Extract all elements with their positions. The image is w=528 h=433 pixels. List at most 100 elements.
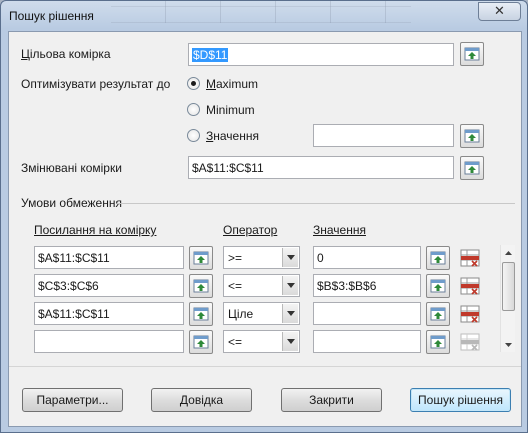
close-icon: ✕ [494,4,505,19]
constraint-operator-value: Ціле [228,307,254,321]
constraint-cell-value: $A$11:$C$11 [38,251,110,265]
changing-cells-label: Змінювані комірки [21,161,122,175]
close-button-label: Закрити [309,393,354,407]
shrink-arrow-icon [430,335,446,349]
radio-value-label[interactable]: Значення [206,129,259,143]
constraint-cell-shrink-button[interactable] [189,246,213,270]
constraint-cell-input[interactable] [34,330,184,353]
radio-value[interactable] [187,129,200,142]
radio-minimum[interactable] [187,103,200,116]
radio-maximum[interactable] [187,77,200,90]
constraints-separator [117,203,515,204]
constraint-cell-input[interactable]: $A$11:$C$11 [34,246,184,269]
col-header-operator-text: Оператор [223,223,278,237]
constraint-cell-input[interactable]: $C$3:$C$6 [34,274,184,297]
changing-cells-value: $A$11:$C$11 [192,161,264,175]
constraint-cell-shrink-button[interactable] [189,302,213,326]
remove-constraint-button[interactable] [459,274,481,298]
target-cell-shrink-button[interactable] [460,42,484,66]
constraint-value-shrink-button[interactable] [426,302,450,326]
chevron-down-icon [505,342,512,347]
constraint-value-input[interactable] [313,330,421,353]
radio-minimum-label-text: Minimum [206,103,255,117]
shrink-arrow-icon [464,129,480,143]
scroll-down-button[interactable] [501,337,516,352]
constraint-operator-select[interactable]: <= [223,330,300,353]
solver-dialog: Пошук рішення ✕ Цільова комірка $D$11 Оп… [0,0,528,433]
changing-cells-shrink-button[interactable] [460,156,484,180]
remove-row-icon [460,333,480,351]
constraint-cell-value: $C$3:$C$6 [38,279,99,293]
shrink-arrow-icon [193,251,209,265]
help-button-label: Довідка [179,393,224,407]
constraint-value-shrink-button[interactable] [426,246,450,270]
remove-constraint-button[interactable] [459,330,481,354]
bottom-separator [9,366,521,367]
solve-button[interactable]: Пошук рішення [410,388,511,412]
remove-row-icon [460,305,480,323]
optimize-value-shrink-button[interactable] [460,124,484,148]
shrink-arrow-icon [464,47,480,61]
constraint-value-text: 0 [317,251,324,265]
constraint-value-input[interactable]: $B$3:$B$6 [313,274,421,297]
shrink-arrow-icon [193,279,209,293]
target-cell-value: $D$11 [192,48,229,62]
remove-constraint-button[interactable] [459,302,481,326]
col-header-value: Значення [313,223,366,237]
chevron-down-icon [282,332,298,351]
radio-value-label-rest: начення [213,129,259,143]
constraint-value-input[interactable] [313,302,421,325]
radio-minimum-label[interactable]: Minimum [206,103,255,117]
radio-maximum-label[interactable]: Maximum [206,77,258,91]
constraint-cell-value: $A$11:$C$11 [38,307,110,321]
constraint-value-text: $B$3:$B$6 [317,279,377,293]
title-bar: Пошук рішення ✕ [1,1,527,31]
col-header-cell-text: Посилання на комірку [34,223,157,237]
shrink-arrow-icon [193,335,209,349]
target-cell-input[interactable]: $D$11 [188,43,454,66]
help-button[interactable]: Довідка [151,388,252,412]
close-button[interactable]: Закрити [281,388,382,412]
scroll-up-button[interactable] [501,245,516,260]
constraint-value-shrink-button[interactable] [426,274,450,298]
changing-cells-input[interactable]: $A$11:$C$11 [188,156,454,179]
remove-constraint-button[interactable] [459,246,481,270]
shrink-arrow-icon [430,251,446,265]
options-button[interactable]: Параметри... [22,388,123,412]
target-cell-label-rest: ільова комірка [29,47,111,61]
constraint-cell-shrink-button[interactable] [189,274,213,298]
chevron-down-icon [282,248,298,267]
remove-row-icon [460,249,480,267]
scroll-thumb[interactable] [502,262,515,311]
optimize-value-input[interactable] [313,124,454,147]
col-header-value-text: Значення [313,223,366,237]
window-title: Пошук рішення [9,9,94,23]
constraint-operator-value: <= [228,335,243,349]
constraint-operator-select[interactable]: Ціле [223,302,300,325]
chevron-up-icon [505,250,512,255]
shrink-arrow-icon [430,307,446,321]
constraint-cell-shrink-button[interactable] [189,330,213,354]
shrink-arrow-icon [430,279,446,293]
solve-button-label: Пошук рішення [418,393,503,407]
chevron-down-icon [282,304,298,323]
constraint-operator-value: >= [228,251,243,265]
close-window-button[interactable]: ✕ [478,2,521,21]
target-cell-label: Цільова комірка [21,47,111,61]
dialog-content: Цільова комірка $D$11 Оптимізувати резул… [8,31,522,427]
constraint-operator-select[interactable]: >= [223,246,300,269]
constraints-scrollbar[interactable] [500,245,515,352]
constraint-operator-select[interactable]: <= [223,274,300,297]
constraint-value-shrink-button[interactable] [426,330,450,354]
col-header-operator: Оператор [223,223,277,237]
constraints-group-title: Умови обмеження [21,196,122,210]
constraint-operator-value: <= [228,279,243,293]
remove-row-icon [460,277,480,295]
optimize-label: Оптимізувати результат до [21,77,171,91]
constraint-value-input[interactable]: 0 [313,246,421,269]
radio-maximum-label-rest: aximum [216,77,259,91]
chevron-down-icon [282,276,298,295]
shrink-arrow-icon [464,161,480,175]
options-button-label: Параметри... [36,393,109,407]
constraint-cell-input[interactable]: $A$11:$C$11 [34,302,184,325]
